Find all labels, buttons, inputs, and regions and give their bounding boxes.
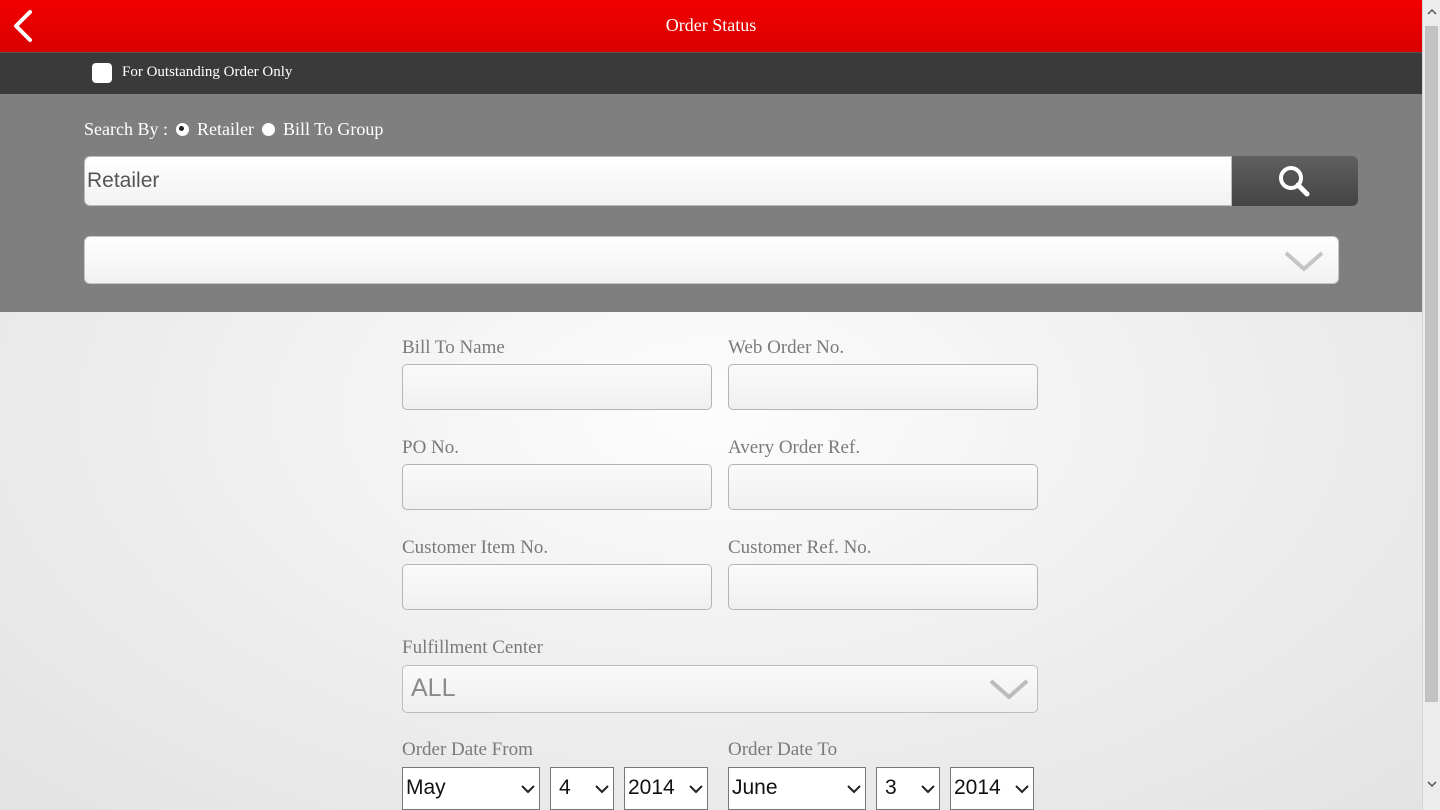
fulfillment-center-value: ALL [411,674,456,702]
search-panel: Search By : Retailer Bill To Group [0,94,1422,312]
outstanding-order-label: For Outstanding Order Only [122,64,293,80]
web-order-no-field[interactable] [728,364,1038,410]
date-to-month-select[interactable]: June [728,767,866,810]
po-no-label: PO No. [402,437,460,458]
chevron-down-icon [847,785,861,794]
avery-order-ref-label: Avery Order Ref. [728,437,861,458]
order-date-to-label: Order Date To [728,739,838,760]
fulfillment-center-select[interactable]: ALL [402,665,1038,713]
bill-to-name-label: Bill To Name [402,337,505,358]
chevron-down-icon [689,785,703,794]
retailer-search-input[interactable] [84,156,1232,206]
radio-bill-to-group-label[interactable]: Bill To Group [283,119,383,140]
chevron-down-icon [921,785,935,794]
search-icon [1279,166,1310,197]
date-from-year-value: 2014 [628,776,675,799]
avery-order-ref-field[interactable] [728,464,1038,510]
date-from-day-value: 4 [559,776,571,799]
chevron-down-icon [989,679,1029,700]
retailer-dropdown[interactable] [84,236,1339,284]
search-by-group: Search By : Retailer Bill To Group [84,119,383,140]
date-to-year-select[interactable]: 2014 [950,767,1034,810]
scroll-up-arrow-icon[interactable] [1427,8,1437,16]
chevron-down-icon [1015,785,1029,794]
date-to-month-value: June [732,776,778,799]
search-by-label: Search By : [84,119,168,139]
page-title: Order Status [665,15,757,35]
date-from-day-select[interactable]: 4 [550,767,614,810]
chevron-down-icon [595,785,609,794]
customer-ref-no-field[interactable] [728,564,1038,610]
date-to-year-value: 2014 [954,776,1001,799]
date-from-month-select[interactable]: May [402,767,540,810]
date-to-day-value: 3 [885,776,897,799]
order-search-form: Bill To Name Web Order No. PO No. Avery … [0,312,1422,810]
fulfillment-center-label: Fulfillment Center [402,637,543,658]
scroll-down-arrow-icon[interactable] [1427,780,1437,788]
chevron-down-icon [1284,251,1324,272]
outstanding-filter-bar: For Outstanding Order Only [0,52,1422,94]
web-order-no-label: Web Order No. [728,337,845,358]
radio-retailer[interactable] [175,123,189,136]
order-date-from-label: Order Date From [402,739,533,760]
customer-item-no-field[interactable] [402,564,712,610]
vertical-scrollbar[interactable] [1422,0,1440,810]
customer-ref-no-label: Customer Ref. No. [728,537,872,558]
radio-retailer-label[interactable]: Retailer [197,119,254,140]
date-from-year-select[interactable]: 2014 [624,767,708,810]
customer-item-no-label: Customer Item No. [402,537,549,558]
date-to-day-select[interactable]: 3 [876,767,940,810]
app-header: Order Status [0,0,1422,52]
search-button[interactable] [1232,156,1358,206]
outstanding-order-checkbox[interactable] [92,63,112,83]
scrollbar-thumb[interactable] [1425,26,1438,702]
date-from-month-value: May [406,776,446,799]
po-no-field[interactable] [402,464,712,510]
radio-bill-to-group[interactable] [261,123,275,136]
chevron-down-icon [521,785,535,794]
bill-to-name-field[interactable] [402,364,712,410]
